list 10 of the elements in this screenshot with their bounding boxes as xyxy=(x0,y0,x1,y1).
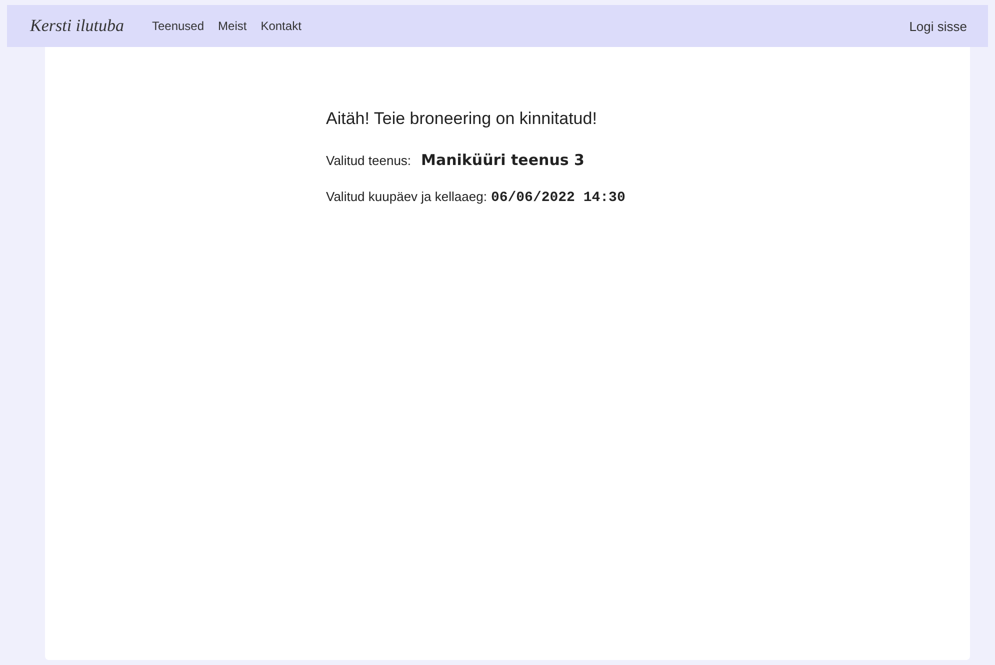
site-logo[interactable]: Kersti ilutuba xyxy=(30,16,124,36)
booking-datetime: 06/06/2022 14:30 xyxy=(490,190,626,206)
login-link[interactable]: Logi sisse xyxy=(909,18,967,34)
detail-label: Valitud teenus: xyxy=(326,153,412,168)
nav-link[interactable]: Teenused xyxy=(152,19,204,33)
service-name: Maniküüri teenus 3 xyxy=(421,151,584,169)
confirmation-heading: Aitäh! Teie broneering on kinnitatud! xyxy=(326,109,598,129)
detail-label: Valitud kuupäev ja kellaaeg: xyxy=(326,189,487,204)
nav-link[interactable]: Kontakt xyxy=(260,19,302,33)
nav-link[interactable]: Meist xyxy=(218,19,247,33)
